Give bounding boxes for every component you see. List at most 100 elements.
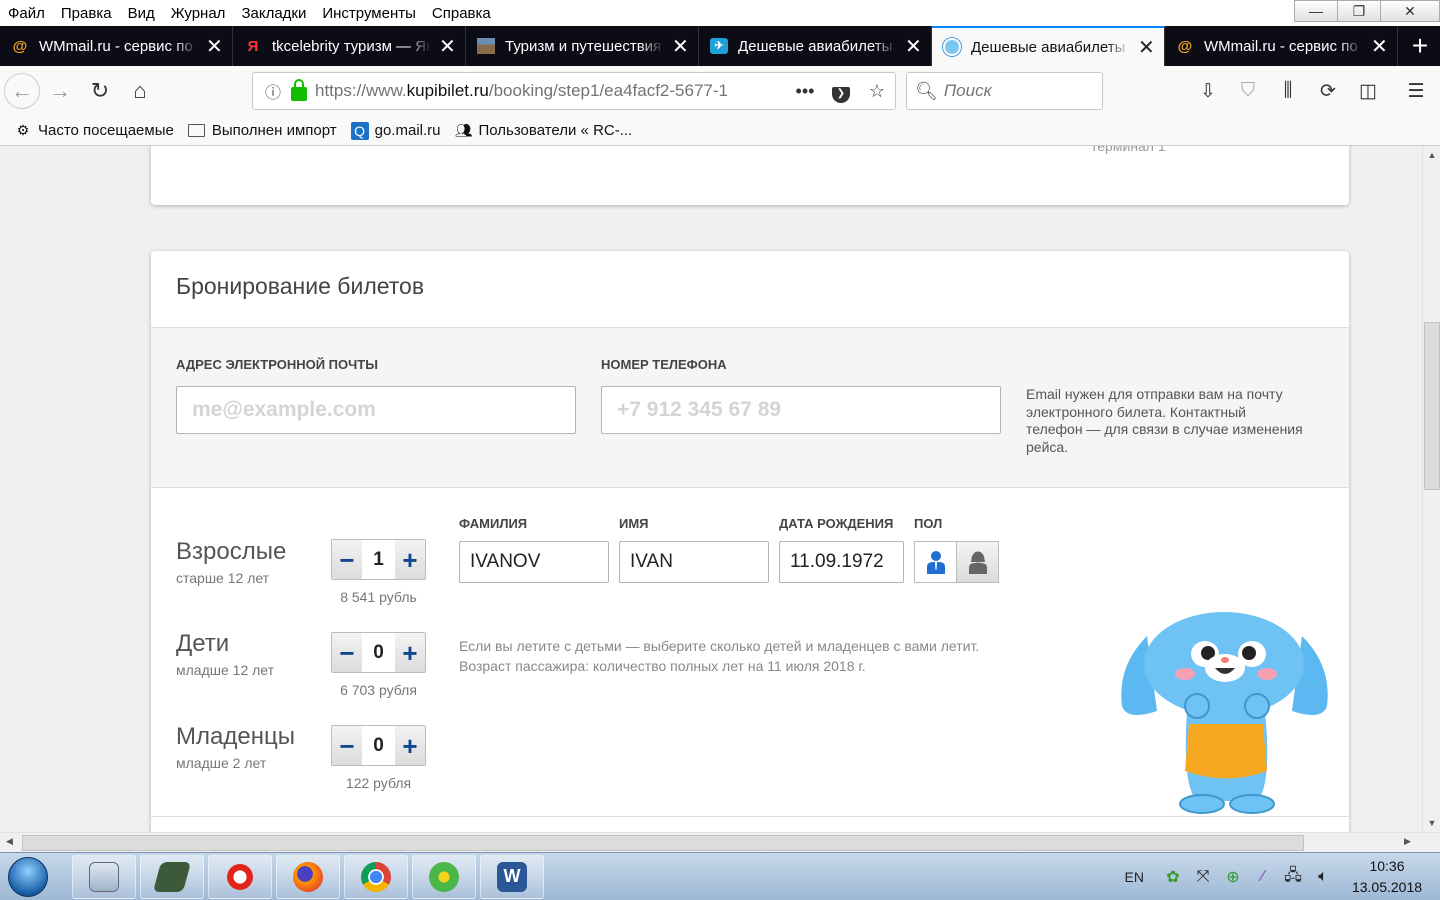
green-bug-icon[interactable]: ✿ — [1162, 866, 1184, 888]
system-clock[interactable]: 10:36 13.05.2018 — [1342, 856, 1432, 898]
tab-title: WMmail.ru - сервис по — [39, 37, 193, 55]
decrement-button[interactable]: − — [332, 540, 362, 579]
increment-button[interactable]: + — [395, 726, 425, 765]
passenger-type-name: Младенцы — [176, 723, 295, 750]
first-name-field[interactable] — [619, 541, 769, 583]
tab-cheap-flights-1[interactable]: ✈ Дешевые авиабилеты ✕ — [699, 26, 932, 66]
close-tab-icon[interactable]: ✕ — [206, 34, 223, 59]
passenger-type-name: Взрослые — [176, 538, 287, 565]
bookmark-go-mail[interactable]: Qgo.mail.ru — [350, 121, 440, 140]
email-label: АДРЕС ЭЛЕКТРОННОЙ ПОЧТЫ — [176, 357, 378, 372]
taskbar-icq[interactable] — [412, 854, 476, 899]
children-row: Дети младше 12 лет — [176, 630, 274, 678]
network-icon[interactable]: 🖧︎ — [1282, 866, 1304, 888]
home-button[interactable]: ⌂ — [120, 71, 160, 111]
tab-wmmail-1[interactable]: @ WMmail.ru - сервис по ✕ — [0, 26, 233, 66]
pen-icon[interactable]: ⁄ — [1252, 866, 1274, 888]
taskbar-calculator[interactable] — [72, 854, 136, 899]
close-tab-icon[interactable]: ✕ — [439, 34, 456, 59]
hint-line: Если вы летите с детьми — выберите сколь… — [459, 638, 980, 654]
birthdate-field[interactable] — [779, 541, 904, 583]
bookmark-imported[interactable]: Выполнен импорт — [188, 122, 337, 140]
close-tab-icon[interactable]: ✕ — [1371, 34, 1388, 59]
taskbar: W EN ✿ ⤧ ⊕ ⁄ 🖧︎ 🔈︎ 10:36 13.05.2018 — [0, 852, 1440, 900]
close-tab-icon[interactable]: ✕ — [672, 34, 689, 59]
menu-edit[interactable]: Правка — [53, 5, 120, 22]
gender-male-button[interactable] — [914, 541, 957, 583]
taskbar-ccleaner[interactable] — [208, 854, 272, 899]
page-actions-icon[interactable]: ••• — [787, 81, 823, 102]
hamburger-menu-icon[interactable]: ☰ — [1396, 71, 1436, 111]
url-text[interactable]: https://www.kupibilet.ru/booking/step1/e… — [315, 81, 787, 101]
close-tab-icon[interactable]: ✕ — [905, 34, 922, 59]
gender-female-button[interactable] — [956, 541, 999, 583]
clock-time: 10:36 — [1369, 858, 1405, 874]
new-tab-button[interactable]: + — [1400, 26, 1440, 66]
close-tab-icon[interactable]: ✕ — [1138, 35, 1155, 60]
volume-icon[interactable]: 🔈︎ — [1312, 866, 1334, 888]
maximize-button[interactable]: ❐ — [1337, 0, 1381, 22]
reload-button[interactable]: ↻ — [80, 71, 120, 111]
bookmark-star-icon[interactable]: ☆ — [859, 81, 895, 102]
pocket-icon[interactable]: ❯ — [823, 80, 859, 103]
start-button[interactable] — [0, 854, 56, 900]
lock-icon — [291, 79, 307, 101]
surname-field[interactable] — [459, 541, 609, 583]
bookmark-most-visited[interactable]: ⚙ Часто посещаемые — [14, 122, 174, 140]
children-stepper: − 0 + — [331, 632, 426, 673]
downloads-icon[interactable]: ⇩ — [1188, 71, 1228, 111]
page-content: терминал 1 Бронирование билетов АДРЕС ЭЛ… — [0, 146, 1422, 832]
menu-file[interactable]: Файл — [0, 5, 53, 22]
language-indicator[interactable]: EN — [1125, 869, 1144, 885]
sidebar-icon[interactable]: ◫ — [1348, 71, 1388, 111]
back-button[interactable]: ← — [4, 73, 40, 109]
adults-count: 1 — [373, 548, 384, 570]
horizontal-scrollbar[interactable]: ◀ ▶ — [0, 832, 1440, 852]
increment-button[interactable]: + — [395, 540, 425, 579]
passenger-type-name: Дети — [176, 630, 230, 657]
tab-title: tkcelebrity туризм — Ян — [272, 37, 431, 55]
taskbar-word[interactable]: W — [480, 854, 544, 899]
menu-help[interactable]: Справка — [424, 5, 499, 22]
menu-tools[interactable]: Инструменты — [314, 5, 424, 22]
tab-wmmail-2[interactable]: @ WMmail.ru - сервис по ✕ — [1165, 26, 1398, 66]
resize-arrows-icon[interactable]: ⤧ — [1192, 866, 1214, 888]
library-icon[interactable]: ⫼ — [1268, 71, 1308, 111]
info-icon[interactable]: ⓘ — [259, 79, 287, 103]
menu-view[interactable]: Вид — [120, 5, 163, 22]
search-bar[interactable]: 🔍︎ — [906, 72, 1103, 110]
shield-icon[interactable]: ⛉ — [1228, 71, 1268, 111]
decrement-button[interactable]: − — [332, 633, 362, 672]
bookmarks-toolbar: ⚙ Часто посещаемые Выполнен импорт Qgo.ma… — [0, 116, 1440, 146]
taskbar-firefox[interactable] — [276, 854, 340, 899]
scroll-thumb[interactable] — [1424, 322, 1440, 490]
booking-title: Бронирование билетов — [176, 273, 425, 299]
birthdate-label: ДАТА РОЖДЕНИЯ — [779, 516, 894, 531]
increment-button[interactable]: + — [395, 633, 425, 672]
tab-tourism[interactable]: Туризм и путешествия ✕ — [466, 26, 699, 66]
email-field[interactable] — [176, 386, 576, 434]
taskbar-chrome[interactable] — [344, 854, 408, 899]
scroll-left-icon[interactable]: ◀ — [6, 836, 13, 847]
tab-yandex[interactable]: Я tkcelebrity туризм — Ян ✕ — [233, 26, 466, 66]
minimize-button[interactable]: — — [1294, 0, 1338, 22]
sync-icon[interactable]: ⟳ — [1308, 71, 1348, 111]
scroll-down-icon[interactable]: ▼ — [1423, 818, 1440, 828]
address-bar[interactable]: ⓘ https://www.kupibilet.ru/booking/step1… — [252, 72, 896, 110]
female-icon — [968, 551, 987, 574]
search-input[interactable] — [943, 81, 1094, 101]
menu-history[interactable]: Журнал — [163, 5, 234, 22]
phone-field[interactable] — [601, 386, 1001, 434]
close-window-button[interactable]: ✕ — [1380, 0, 1440, 22]
bookmark-rc-users[interactable]: 👥︎ Пользователи « RC-... — [454, 122, 633, 140]
taskbar-book[interactable] — [140, 854, 204, 899]
forward-button[interactable]: → — [40, 71, 80, 111]
scroll-thumb[interactable] — [22, 835, 1304, 851]
scroll-up-icon[interactable]: ▲ — [1423, 150, 1440, 160]
tab-cheap-flights-active[interactable]: Дешевые авиабилеты ✕ — [932, 26, 1165, 66]
green-plus-icon[interactable]: ⊕ — [1222, 866, 1244, 888]
menu-bookmarks[interactable]: Закладки — [233, 5, 314, 22]
scroll-right-icon[interactable]: ▶ — [1404, 836, 1411, 847]
decrement-button[interactable]: − — [332, 726, 362, 765]
vertical-scrollbar[interactable]: ▲ ▼ — [1422, 146, 1440, 832]
